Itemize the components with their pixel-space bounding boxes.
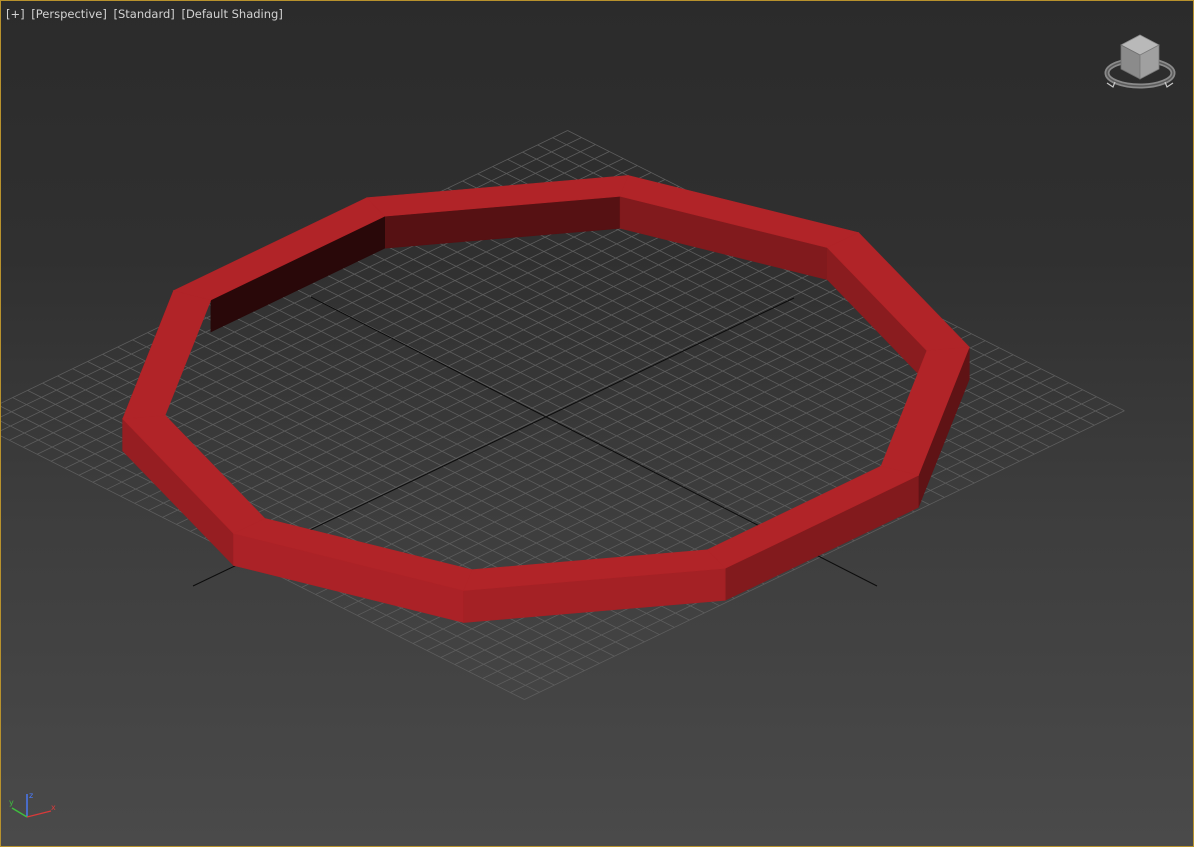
y-axis-line [11, 807, 28, 818]
viewport-plus-menu[interactable]: [+] [6, 7, 25, 21]
viewport-label-menu: [+] [Perspective] [Standard] [Default Sh… [6, 7, 286, 21]
scene-canvas[interactable] [1, 1, 1194, 847]
viewport-view-menu[interactable]: [Perspective] [31, 7, 107, 21]
viewport-shading-menu[interactable]: [Default Shading] [181, 7, 282, 21]
z-axis-label: z [29, 791, 33, 800]
grid-line-y [524, 410, 1125, 700]
viewcube-icon[interactable] [1101, 33, 1179, 97]
ring-top-face[interactable] [122, 290, 212, 420]
y-axis-label: y [9, 798, 14, 807]
viewport-style-menu[interactable]: [Standard] [114, 7, 175, 21]
perspective-viewport[interactable]: [+] [Perspective] [Standard] [Default Sh… [0, 0, 1194, 847]
x-axis-label: x [51, 803, 56, 812]
axis-tripod-icon: z x y [9, 791, 56, 818]
grid-line-y [454, 375, 1055, 665]
x-axis-line [26, 810, 52, 818]
